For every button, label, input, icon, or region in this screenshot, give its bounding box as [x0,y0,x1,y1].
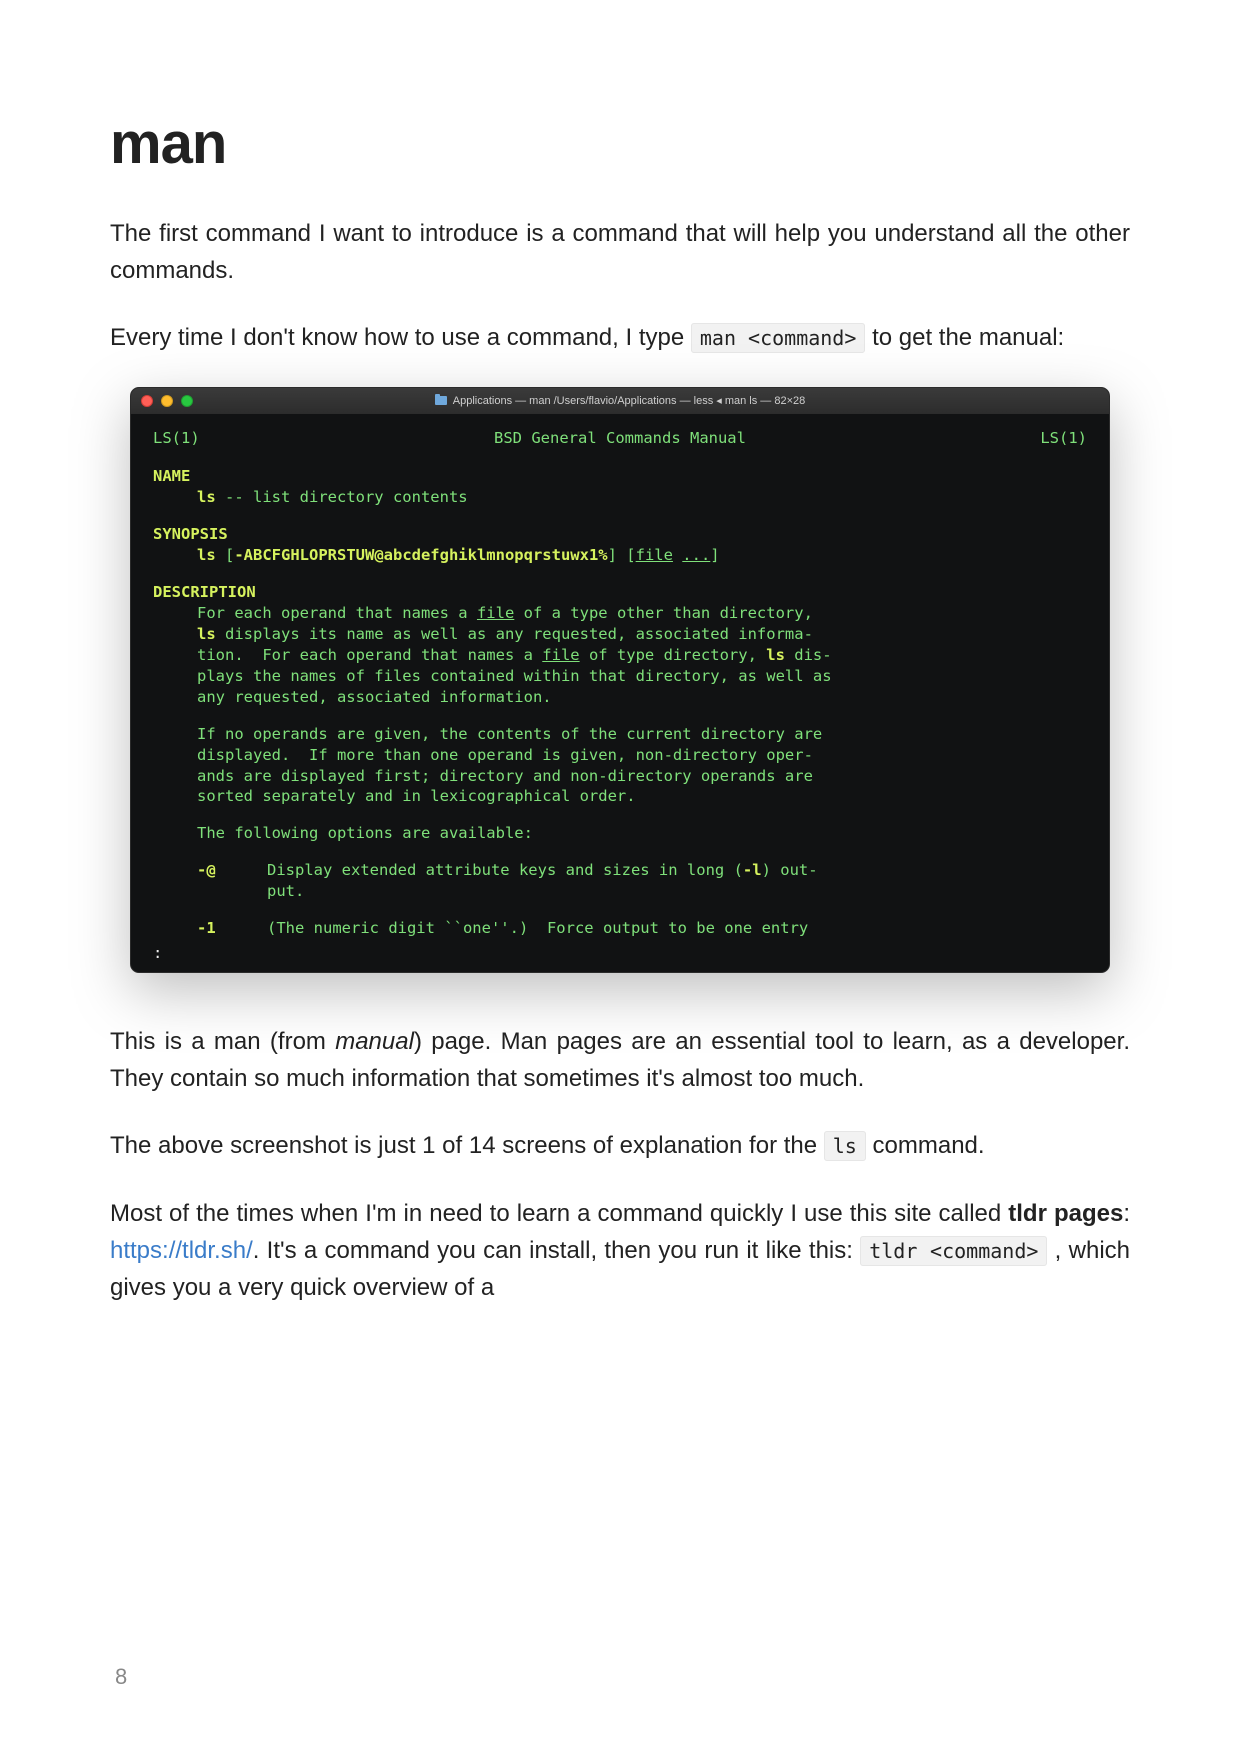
underlined-arg: file [477,604,514,622]
paragraph: The above screenshot is just 1 of 14 scr… [110,1127,1130,1164]
text-run: : [1123,1200,1130,1227]
text-run: This is a man (from [110,1028,335,1055]
man-header-row: LS(1) BSD General Commands Manual LS(1) [153,428,1087,449]
option-desc: put. [267,881,1087,902]
text-run: of a type other than directory, [514,604,813,622]
page-heading: man [110,110,1130,177]
text-run: [ [216,546,235,564]
command-name: ls [197,625,216,643]
synopsis-line: ls [-ABCFGHLOPRSTUW@abcdefghiklmnopqrstu… [153,545,1087,566]
paragraph: Most of the times when I'm in need to le… [110,1195,1130,1307]
text-run [673,546,682,564]
inline-code: tldr <command> [860,1236,1047,1266]
text-run: to get the manual: [872,324,1064,351]
name-line: ls -- list directory contents [153,487,1087,508]
text-run: Most of the times when I'm in need to le… [110,1200,1008,1227]
desc-line: For each operand that names a file of a … [153,603,1087,624]
inline-code: ls [824,1131,866,1161]
section-heading: SYNOPSIS [153,524,1087,545]
text-run: displays its name as well as any request… [216,625,813,643]
text-run: For each operand that names a [197,604,477,622]
desc-line: ls displays its name as well as any requ… [153,624,1087,645]
desc-line: plays the names of files contained withi… [153,666,1087,687]
man-header-center: BSD General Commands Manual [494,428,746,449]
text-run: ] [ [608,546,636,564]
option-flag: -l [743,861,762,879]
option-row: -@Display extended attribute keys and si… [153,860,1087,881]
desc-line: displayed. If more than one operand is g… [153,745,1087,766]
window-title: Applications — man /Users/flavio/Applica… [131,394,1109,407]
man-header-right: LS(1) [1040,428,1087,449]
option-row: -1(The numeric digit ``one''.) Force out… [153,918,1087,939]
desc-line: sorted separately and in lexicographical… [153,786,1087,807]
option-flag-spacer [197,881,267,902]
text-run: dis- [785,646,832,664]
inline-code: man <command> [691,323,866,353]
paragraph: This is a man (from manual) page. Man pa… [110,1023,1130,1097]
command-name: ls [766,646,785,664]
option-desc: Display extended attribute keys and size… [267,860,1087,881]
text-run: command. [873,1132,985,1159]
desc-line: tion. For each operand that names a file… [153,645,1087,666]
pager-prompt[interactable]: : [153,943,1087,964]
text-run: The above screenshot is just 1 of 14 scr… [110,1132,824,1159]
text-run: Every time I don't know how to use a com… [110,324,691,351]
text-run: . It's a command you can install, then y… [253,1237,860,1264]
underlined-arg: file [636,546,673,564]
option-flags: -ABCFGHLOPRSTUW@abcdefghiklmnopqrstuwx1% [234,546,607,564]
window-title-text: Applications — man /Users/flavio/Applica… [453,394,805,407]
window-title-bar: Applications — man /Users/flavio/Applica… [131,388,1109,414]
desc-line: If no operands are given, the contents o… [153,724,1087,745]
bold-text: tldr pages [1008,1200,1123,1227]
page-number: 8 [115,1664,127,1690]
tldr-link[interactable]: https://tldr.sh/ [110,1237,253,1264]
terminal-window: Applications — man /Users/flavio/Applica… [130,387,1110,973]
desc-line: any requested, associated information. [153,687,1087,708]
man-header-left: LS(1) [153,428,200,449]
paragraph: Every time I don't know how to use a com… [110,319,1130,356]
folder-icon [435,396,447,405]
option-desc: (The numeric digit ``one''.) Force outpu… [267,918,1087,939]
option-row: put. [153,881,1087,902]
terminal-body: LS(1) BSD General Commands Manual LS(1) NAM… [131,414,1109,972]
section-heading: NAME [153,466,1087,487]
command-name: ls [197,546,216,564]
section-heading: DESCRIPTION [153,582,1087,603]
document-page: man The first command I want to introduc… [0,0,1240,1752]
text-run: -- list directory contents [216,488,468,506]
terminal-screenshot: Applications — man /Users/flavio/Applica… [130,387,1110,973]
text-run: Display extended attribute keys and size… [267,861,743,879]
option-flag: -@ [197,860,267,881]
desc-line: ands are displayed first; directory and … [153,766,1087,787]
underlined-arg: ... [682,546,710,564]
italic-text: manual [335,1028,414,1055]
underlined-arg: file [542,646,579,664]
command-name: ls [197,488,216,506]
desc-line: The following options are available: [153,823,1087,844]
text-run: ] [710,546,719,564]
text-run: ) out- [762,861,818,879]
paragraph: The first command I want to introduce is… [110,215,1130,289]
text-run: of type directory, [580,646,767,664]
text-run: tion. For each operand that names a [197,646,542,664]
option-flag: -1 [197,918,267,939]
